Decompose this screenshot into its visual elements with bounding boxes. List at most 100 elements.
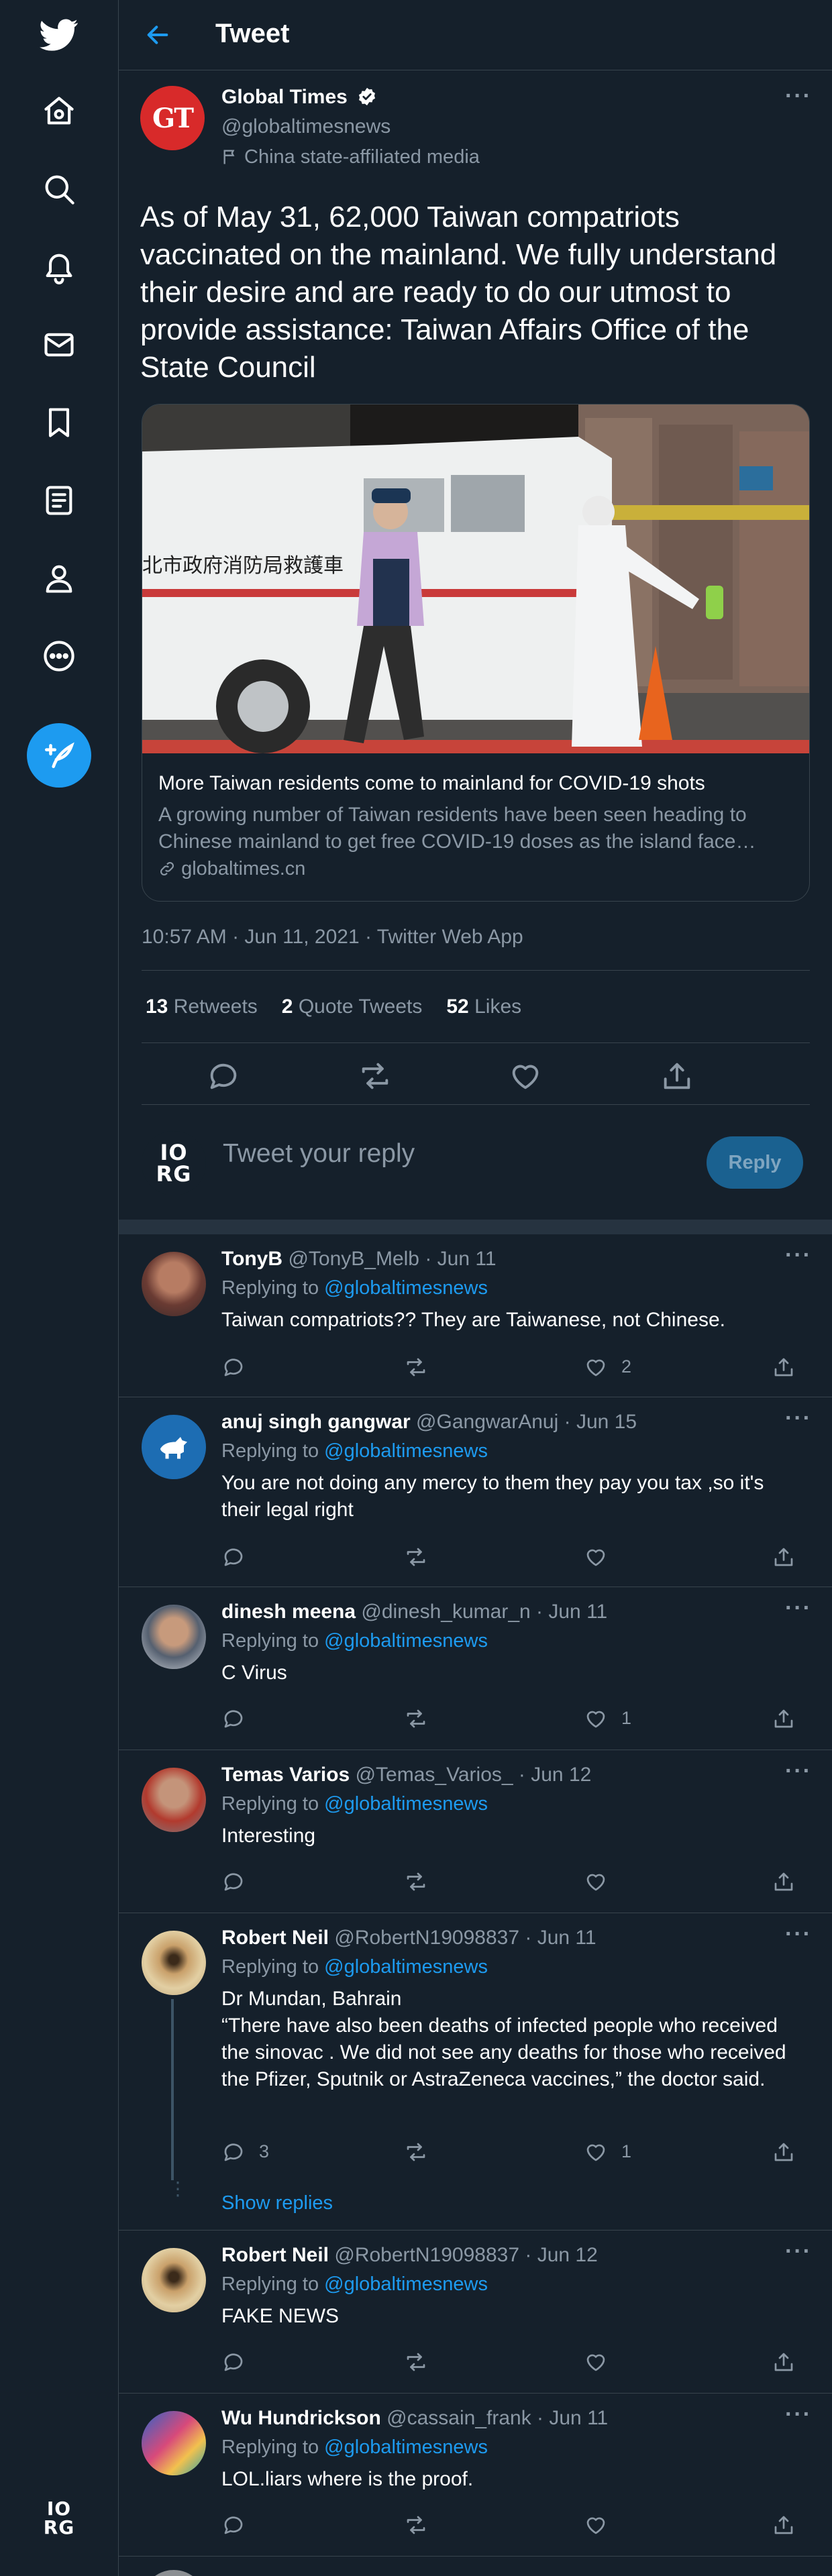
state-affiliation-label[interactable]: China state-affiliated media <box>221 146 480 168</box>
retweet-icon[interactable] <box>404 2140 428 2164</box>
share-icon[interactable] <box>772 2140 796 2164</box>
compose-tweet-button[interactable] <box>27 723 91 788</box>
retweet-icon[interactable] <box>404 1870 428 1894</box>
reply-more-icon[interactable]: ··· <box>785 2402 812 2428</box>
reply-tweet[interactable]: dinesh meena @dinesh_kumar_n · Jun 11 ··… <box>119 1587 832 1750</box>
reply-avatar[interactable] <box>142 2248 206 2312</box>
more-options-icon[interactable] <box>27 624 91 688</box>
reply-tweet[interactable]: Temas Varios @Temas_Varios_ · Jun 12 ···… <box>119 1750 832 1913</box>
share-icon[interactable] <box>772 1545 796 1569</box>
like-heart-icon[interactable] <box>584 1707 608 1731</box>
retweet-icon[interactable] <box>404 1707 428 1731</box>
reply-tweet[interactable]: Robert Neil @RobertN19098837 · Jun 11 ··… <box>119 1913 832 2231</box>
retweet-icon[interactable] <box>404 2350 428 2374</box>
page-title: Tweet <box>215 19 290 48</box>
quote-tweets-stat[interactable]: 2 Quote Tweets <box>282 996 423 1018</box>
share-icon[interactable] <box>772 1355 796 1379</box>
reply-author[interactable]: TonyB @TonyB_Melb · Jun 11 <box>221 1248 497 1271</box>
reply-tweet[interactable] <box>119 2557 832 2576</box>
retweet-icon[interactable] <box>404 1545 428 1569</box>
reply-more-icon[interactable]: ··· <box>785 1921 812 1947</box>
share-icon[interactable] <box>772 2513 796 2537</box>
search-icon[interactable] <box>27 157 91 221</box>
reply-input[interactable]: Tweet your reply <box>223 1139 415 1169</box>
reply-actions: 3 1 <box>221 2140 812 2167</box>
back-arrow-icon <box>147 25 168 44</box>
share-icon[interactable] <box>660 1059 694 1093</box>
reply-more-icon[interactable]: ··· <box>785 1595 812 1621</box>
reply-author[interactable]: dinesh meena @dinesh_kumar_n · Jun 11 <box>221 1601 607 1623</box>
like-heart-icon[interactable] <box>584 2513 608 2537</box>
reply-avatar[interactable] <box>142 1252 206 1316</box>
notifications-bell-icon[interactable] <box>27 235 91 299</box>
messages-envelope-icon[interactable] <box>27 313 91 377</box>
reply-more-icon[interactable]: ··· <box>785 1405 812 1432</box>
reply-author[interactable]: Wu Hundrickson @cassain_frank · Jun 11 <box>221 2407 608 2430</box>
flag-icon <box>223 150 235 164</box>
reply-avatar[interactable] <box>142 1768 206 1832</box>
reply-tweet[interactable]: anuj singh gangwar @GangwarAnuj · Jun 15… <box>119 1397 832 1587</box>
reply-more-icon[interactable]: ··· <box>785 2239 812 2265</box>
like-heart-icon[interactable] <box>508 1059 543 1093</box>
like-heart-icon[interactable] <box>584 1545 608 1569</box>
reply-text: Taiwan compatriots?? They are Taiwanese,… <box>221 1309 725 1331</box>
reply-avatar[interactable] <box>142 1605 206 1669</box>
page-header: Tweet <box>119 0 832 70</box>
reply-author[interactable]: anuj singh gangwar @GangwarAnuj · Jun 15 <box>221 1411 637 1434</box>
reply-author[interactable]: Temas Varios @Temas_Varios_ · Jun 12 <box>221 1764 591 1786</box>
reply-actions <box>221 2350 812 2377</box>
tweet-more-icon[interactable]: ··· <box>785 83 812 109</box>
home-icon[interactable] <box>27 79 91 144</box>
reply-button[interactable]: Reply <box>707 1136 803 1189</box>
reply-icon[interactable] <box>206 1059 241 1093</box>
lists-icon[interactable] <box>27 468 91 533</box>
reply-avatar[interactable] <box>142 2411 206 2475</box>
tweet-stats: 13 Retweets 2 Quote Tweets 52 Likes <box>146 996 521 1018</box>
reply-icon[interactable] <box>221 1707 246 1731</box>
reply-count: 3 <box>259 2141 270 2161</box>
show-replies-link[interactable]: Show replies <box>221 2192 333 2214</box>
link-preview-card[interactable]: 北市政府消防局救護車 More Taiwan residents come to… <box>142 404 810 902</box>
retweets-stat[interactable]: 13 Retweets <box>146 996 258 1018</box>
tweet-timestamp[interactable]: 10:57 AM · Jun 11, 2021 · Twitter Web Ap… <box>142 926 523 949</box>
account-avatar[interactable]: IO RG <box>32 2491 86 2545</box>
reply-actions <box>221 1870 812 1896</box>
twitter-logo-icon[interactable] <box>27 3 91 67</box>
like-heart-icon[interactable] <box>584 2140 608 2164</box>
share-icon[interactable] <box>772 1870 796 1894</box>
reply-more-icon[interactable]: ··· <box>785 1242 812 1269</box>
reply-avatar[interactable] <box>142 1931 206 1995</box>
back-button[interactable] <box>139 16 176 54</box>
retweet-icon[interactable] <box>358 1059 393 1093</box>
reply-tweet[interactable]: Wu Hundrickson @cassain_frank · Jun 11 ·… <box>119 2394 832 2557</box>
like-heart-icon[interactable] <box>584 1355 608 1379</box>
bookmarks-icon[interactable] <box>27 390 91 455</box>
like-heart-icon[interactable] <box>584 1870 608 1894</box>
share-icon[interactable] <box>772 1707 796 1731</box>
reply-tweet[interactable]: Robert Neil @RobertN19098837 · Jun 12 ··… <box>119 2231 832 2394</box>
reply-avatar[interactable] <box>142 2570 206 2576</box>
reply-avatar[interactable] <box>142 1415 206 1479</box>
share-icon[interactable] <box>772 2350 796 2374</box>
reply-actions <box>221 2513 812 2540</box>
like-heart-icon[interactable] <box>584 2350 608 2374</box>
reply-icon[interactable] <box>221 2513 246 2537</box>
retweet-icon[interactable] <box>404 1355 428 1379</box>
reply-icon[interactable] <box>221 1545 246 1569</box>
reply-author[interactable]: Robert Neil @RobertN19098837 · Jun 12 <box>221 2244 598 2267</box>
reply-author[interactable]: Robert Neil @RobertN19098837 · Jun 11 <box>221 1927 596 1949</box>
profile-icon[interactable] <box>27 546 91 610</box>
reply-icon[interactable] <box>221 1870 246 1894</box>
reply-icon[interactable] <box>221 2350 246 2374</box>
author-avatar[interactable]: GT <box>140 86 205 150</box>
animal-logo-icon <box>160 1437 187 1459</box>
reply-tweet[interactable]: TonyB @TonyB_Melb · Jun 11 ··· Replying … <box>119 1234 832 1397</box>
reply-more-icon[interactable]: ··· <box>785 1758 812 1784</box>
likes-stat[interactable]: 52 Likes <box>446 996 521 1018</box>
author-handle[interactable]: @globaltimesnews <box>221 115 391 138</box>
reply-icon[interactable] <box>221 1355 246 1379</box>
reply-icon[interactable] <box>221 2140 246 2164</box>
retweet-icon[interactable] <box>404 2513 428 2537</box>
reply-text: Dr Mundan, Bahrain “There have also been… <box>221 1988 786 2090</box>
author-name[interactable]: Global Times <box>221 86 377 109</box>
